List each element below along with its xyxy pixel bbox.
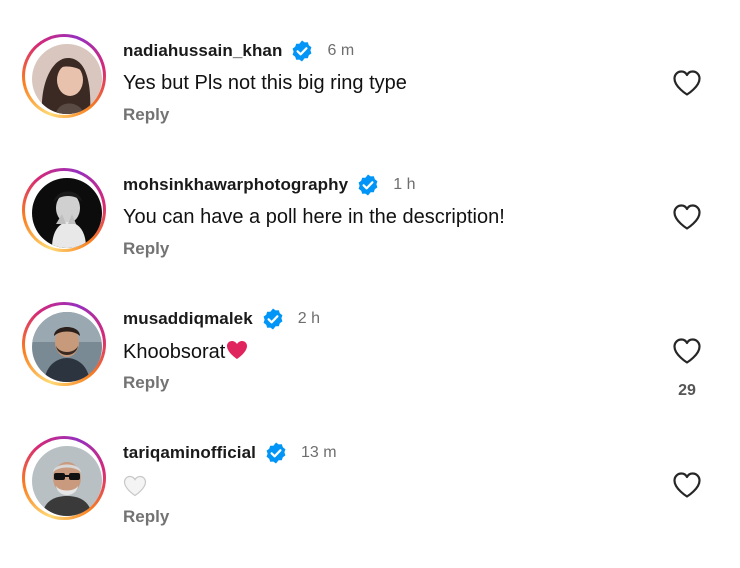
like-count: 29 xyxy=(678,382,696,399)
avatar[interactable] xyxy=(32,44,102,114)
comment-header: tariqaminofficial 13 m xyxy=(123,440,337,466)
avatar-story-ring[interactable] xyxy=(22,34,106,118)
comment-item: mohsinkhawarphotography 1 h You can have… xyxy=(0,166,740,300)
comment-time: 13 m xyxy=(301,444,337,461)
username[interactable]: musaddiqmalek xyxy=(123,309,253,329)
comment-text xyxy=(123,474,147,497)
like-heart-icon[interactable] xyxy=(671,67,703,99)
comment-header: mohsinkhawarphotography 1 h xyxy=(123,172,415,198)
username[interactable]: tariqaminofficial xyxy=(123,443,256,463)
comment-text: Yes but Pls not this big ring type xyxy=(123,72,407,94)
reply-button[interactable]: Reply xyxy=(123,507,169,527)
verified-badge-icon xyxy=(356,173,380,197)
comment-time: 1 h xyxy=(393,176,416,193)
reply-button[interactable]: Reply xyxy=(123,373,169,393)
comment-header: musaddiqmalek 2 h xyxy=(123,306,320,332)
avatar-story-ring[interactable] xyxy=(22,436,106,520)
verified-badge-icon xyxy=(261,307,285,331)
comment-item: nadiahussain_khan 6 m Yes but Pls not th… xyxy=(0,32,740,166)
like-heart-icon[interactable] xyxy=(671,469,703,501)
like-heart-icon[interactable] xyxy=(671,201,703,233)
like-heart-icon[interactable] xyxy=(671,335,703,367)
avatar-story-ring[interactable] xyxy=(22,168,106,252)
comment-text: Khoobsorat xyxy=(123,340,248,364)
comment-item: tariqaminofficial 13 m Reply xyxy=(0,434,740,568)
comment-text: You can have a poll here in the descript… xyxy=(123,206,505,228)
avatar-story-ring[interactable] xyxy=(22,302,106,386)
comment-time: 6 m xyxy=(327,42,355,59)
username[interactable]: mohsinkhawarphotography xyxy=(123,175,348,195)
avatar[interactable] xyxy=(32,446,102,516)
username[interactable]: nadiahussain_khan xyxy=(123,41,282,61)
reply-button[interactable]: Reply xyxy=(123,105,169,125)
avatar[interactable] xyxy=(32,312,102,382)
verified-badge-icon xyxy=(290,39,314,63)
comment-header: nadiahussain_khan 6 m xyxy=(123,38,354,64)
verified-badge-icon xyxy=(264,441,288,465)
comment-time: 2 h xyxy=(297,310,321,327)
red-heart-emoji-icon xyxy=(226,340,248,360)
reply-button[interactable]: Reply xyxy=(123,239,169,259)
avatar[interactable] xyxy=(32,178,102,248)
white-heart-emoji-icon xyxy=(123,475,147,497)
comment-text-content: Khoobsorat xyxy=(123,341,226,363)
comment-item: musaddiqmalek 2 h Khoobsorat Reply 29 xyxy=(0,300,740,434)
